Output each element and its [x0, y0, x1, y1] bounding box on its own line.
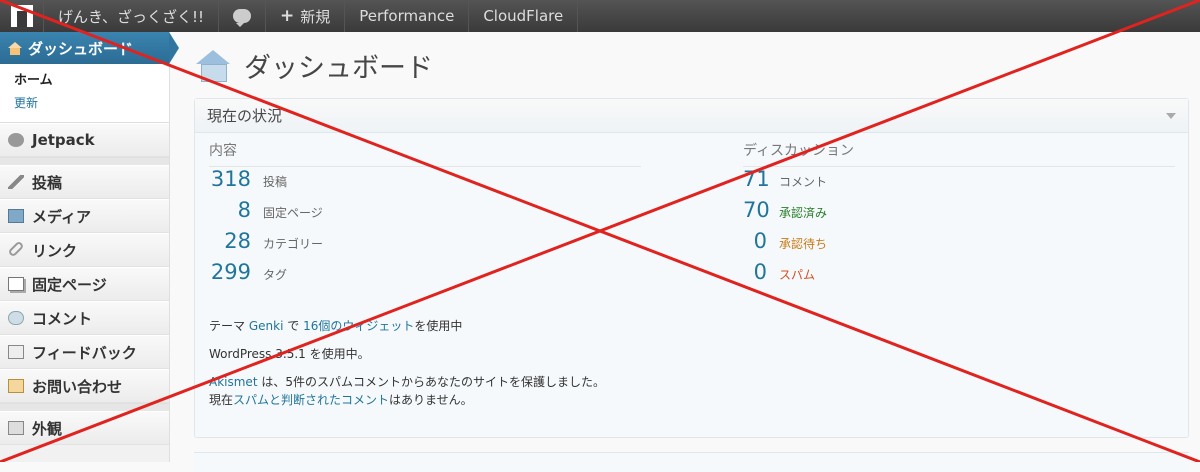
stat-number[interactable]: 8	[209, 198, 251, 222]
site-name-link[interactable]: げんき、ざっくざく!!	[44, 0, 219, 32]
stat-row[interactable]: 28 カテゴリー	[209, 229, 641, 260]
appearance-icon	[8, 421, 24, 435]
link-icon	[7, 240, 25, 258]
stat-number[interactable]: 299	[209, 260, 251, 284]
wp-version-suffix: を使用中。	[309, 347, 370, 361]
sidebar-item-label: 固定ページ	[32, 275, 107, 294]
wp-version: WordPress 3.5.1	[209, 347, 306, 361]
akismet-text: は、5件のスパムコメントからあなたのサイトを保護しました。	[261, 375, 605, 389]
right-now-widget: 現在の状況 内容 318 投稿 8 固定ページ 28 カテゴリー 299 タグ ディスカ…	[194, 98, 1189, 438]
page-icon	[8, 277, 24, 291]
sidebar-item-pages[interactable]: 固定ページ	[0, 267, 169, 301]
theme-link[interactable]: Genki	[249, 319, 284, 333]
stat-label[interactable]: 承認待ち	[779, 235, 827, 252]
content-column: 内容 318 投稿 8 固定ページ 28 カテゴリー 299 タグ	[209, 139, 641, 291]
comments-icon[interactable]	[219, 0, 266, 32]
theme-prefix: テーマ	[209, 319, 246, 333]
dashboard-home-icon	[196, 49, 230, 82]
sidebar-item-label: 投稿	[32, 173, 63, 192]
stat-label[interactable]: 承認済み	[779, 204, 827, 221]
admin-sidebar: ダッシュボード ホーム 更新 Jetpack 投稿 メディア リンク 固定ページ…	[0, 32, 179, 462]
stat-row[interactable]: 0 スパム	[743, 260, 1175, 291]
sidebar-item-label: フィードバック	[32, 343, 137, 362]
stat-number[interactable]: 0	[743, 260, 767, 284]
sidebar-item-media[interactable]: メディア	[0, 199, 169, 233]
sidebar-item-jetpack[interactable]: Jetpack	[0, 123, 169, 157]
stat-number[interactable]: 28	[209, 229, 251, 253]
stat-label[interactable]: 固定ページ	[263, 204, 323, 221]
theme-suffix: を使用中	[414, 319, 463, 333]
sidebar-item-links[interactable]: リンク	[0, 233, 169, 267]
submenu-updates[interactable]: 更新	[14, 92, 169, 114]
new-label: 新規	[300, 7, 331, 26]
wp-version-line: WordPress 3.5.1 を使用中。	[209, 345, 1169, 363]
sidebar-item-label: コメント	[32, 309, 93, 328]
sidebar-item-label: Jetpack	[32, 131, 95, 149]
discussion-heading: ディスカッション	[743, 139, 1175, 167]
main-content: ダッシュボード 現在の状況 内容 318 投稿 8 固定ページ 28 カテゴリー 29…	[170, 32, 1200, 472]
home-icon	[8, 41, 22, 55]
stat-row[interactable]: 8 固定ページ	[209, 198, 641, 229]
sidebar-item-label: メディア	[32, 207, 91, 226]
pin-icon	[8, 175, 24, 189]
discussion-column: ディスカッション 71 コメント 70 承認済み 0 承認待ち 0 スパム	[743, 139, 1175, 291]
akismet-block: Akismet は、5件のスパムコメントからあなたのサイトを保護しました。 現在…	[209, 373, 1169, 409]
plus-icon: +	[279, 6, 295, 26]
sidebar-item-dashboard[interactable]: ダッシュボード	[0, 32, 179, 64]
widgets-link[interactable]: 16個のウィジェット	[303, 319, 414, 333]
next-widget-edge	[194, 452, 1189, 472]
stat-row[interactable]: 318 投稿	[209, 167, 641, 198]
theme-mid: で	[287, 319, 300, 333]
akismet-prefix: 現在	[209, 393, 234, 407]
stat-label[interactable]: コメント	[779, 173, 827, 190]
stat-label[interactable]: カテゴリー	[263, 235, 323, 252]
stat-row[interactable]: 70 承認済み	[743, 198, 1175, 229]
akismet-link[interactable]: Akismet	[209, 375, 258, 389]
akismet-spam-link[interactable]: スパムと判断されたコメント	[233, 393, 389, 407]
stat-label[interactable]: スパム	[779, 266, 815, 283]
dashboard-submenu: ホーム 更新	[0, 64, 169, 123]
sidebar-item-feedback[interactable]: フィードバック	[0, 335, 169, 369]
stat-number[interactable]: 318	[209, 167, 251, 191]
jetpack-icon	[8, 133, 24, 147]
widget-title: 現在の状況	[207, 107, 283, 125]
stat-number[interactable]: 0	[743, 229, 767, 253]
stat-number[interactable]: 70	[743, 198, 770, 222]
stat-label[interactable]: 投稿	[263, 173, 287, 190]
page-title: ダッシュボード	[244, 53, 433, 84]
contact-icon	[8, 379, 24, 393]
submenu-home[interactable]: ホーム	[14, 70, 169, 92]
feedback-icon	[8, 345, 24, 359]
wordpress-logo-icon[interactable]	[0, 0, 44, 32]
admin-bar: げんき、ざっくざく!! + 新規 Performance CloudFlare	[0, 0, 1200, 32]
widget-header[interactable]: 現在の状況	[195, 99, 1188, 133]
sidebar-item-contact[interactable]: お問い合わせ	[0, 369, 169, 403]
menu-separator	[0, 403, 169, 411]
sidebar-item-label: リンク	[32, 241, 78, 260]
sidebar-item-label: 外観	[32, 419, 63, 438]
comment-icon	[8, 311, 24, 325]
new-content-button[interactable]: + 新規	[266, 0, 346, 32]
menu-separator	[0, 157, 169, 165]
sidebar-item-label: ダッシュボード	[28, 39, 134, 58]
media-icon	[8, 209, 24, 223]
stat-row[interactable]: 0 承認待ち	[743, 229, 1175, 260]
sidebar-item-posts[interactable]: 投稿	[0, 165, 169, 199]
sidebar-item-label: お問い合わせ	[32, 377, 123, 396]
collapse-arrow-icon[interactable]	[1166, 113, 1176, 119]
sidebar-item-appearance[interactable]: 外観	[0, 411, 169, 445]
cloudflare-menu[interactable]: CloudFlare	[469, 0, 579, 32]
sidebar-item-comments[interactable]: コメント	[0, 301, 169, 335]
widget-footer: テーマ Genki で 16個のウィジェットを使用中 WordPress 3.5…	[209, 317, 1169, 409]
stat-label[interactable]: タグ	[263, 266, 287, 283]
stat-row[interactable]: 71 コメント	[743, 167, 1175, 198]
performance-menu[interactable]: Performance	[345, 0, 470, 32]
stat-number[interactable]: 71	[743, 167, 770, 191]
page-header: ダッシュボード	[196, 46, 433, 85]
theme-line: テーマ Genki で 16個のウィジェットを使用中	[209, 317, 1169, 335]
stat-row[interactable]: 299 タグ	[209, 260, 641, 291]
content-heading: 内容	[209, 139, 641, 167]
akismet-suffix: はありません。	[389, 393, 473, 407]
